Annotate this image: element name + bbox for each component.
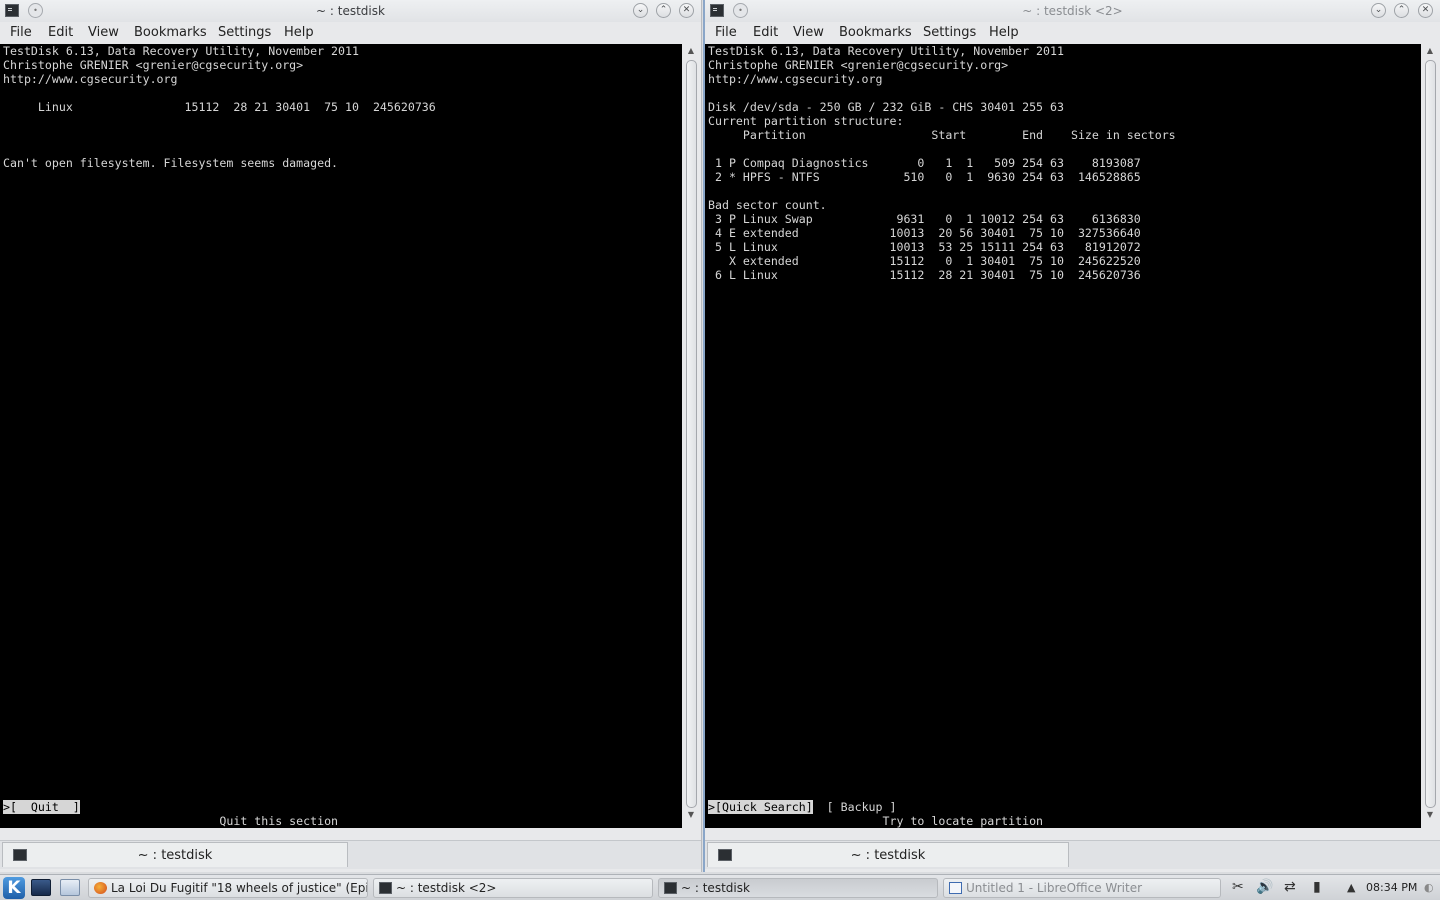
partition-row: X extended 15112 0 1 30401 75 10 2456225… — [708, 254, 1141, 268]
battery-icon[interactable]: ▮ — [1313, 879, 1321, 895]
tab-label: ~ : testdisk — [850, 848, 926, 863]
tab-label: ~ : testdisk — [137, 848, 213, 863]
terminal-line: TestDisk 6.13, Data Recovery Utility, No… — [708, 44, 1064, 58]
title-bar[interactable]: • ~ : testdisk ⌄ ⌃ ✕ — [0, 0, 701, 22]
title-bar[interactable]: • ~ : testdisk <2> ⌄ ⌃ ✕ — [705, 0, 1440, 22]
menu-bar: File Edit View Bookmarks Settings Help — [705, 22, 1440, 44]
menu-view[interactable]: View — [793, 25, 824, 40]
close-button[interactable]: ✕ — [679, 3, 694, 18]
task-label: La Loi Du Fugitif "18 wheels of justice"… — [111, 881, 368, 895]
scroll-up-icon[interactable]: ▲ — [686, 46, 696, 56]
disk-info: Disk /dev/sda - 250 GB / 232 GiB - CHS 3… — [708, 100, 1064, 114]
terminal-window-left: • ~ : testdisk ⌄ ⌃ ✕ File Edit View Book… — [0, 0, 702, 872]
menu-help[interactable]: Help — [284, 25, 314, 40]
partition-row: Linux 15112 28 21 30401 75 10 245620736 — [3, 100, 436, 114]
file-manager-icon[interactable] — [60, 879, 80, 896]
partition-row: 4 E extended 10013 20 56 30401 75 10 327… — [708, 226, 1141, 240]
window-title: ~ : testdisk <2> — [1022, 4, 1123, 18]
terminal-tab[interactable]: ~ : testdisk — [707, 842, 1069, 867]
menu-file[interactable]: File — [10, 25, 32, 40]
menu-view[interactable]: View — [88, 25, 119, 40]
maximize-button[interactable]: ⌃ — [1394, 3, 1409, 18]
option-hint: Quit this section — [3, 814, 339, 828]
window-title: ~ : testdisk — [316, 4, 385, 18]
terminal-output[interactable]: TestDisk 6.13, Data Recovery Utility, No… — [705, 44, 1421, 828]
partition-row: 6 L Linux 15112 28 21 30401 75 10 245620… — [708, 268, 1141, 282]
minimize-button[interactable]: ⌄ — [633, 3, 648, 18]
terminal-line: Christophe GRENIER <grenier@cgsecurity.o… — [708, 58, 1009, 72]
backup-option[interactable]: [ Backup ] — [813, 800, 897, 814]
firefox-icon — [94, 882, 107, 894]
terminal-tab[interactable]: ~ : testdisk — [2, 842, 348, 867]
menu-bar: File Edit View Bookmarks Settings Help — [0, 22, 701, 44]
task-testdisk-2[interactable]: ~ : testdisk <2> — [373, 878, 653, 898]
terminal-line: TestDisk 6.13, Data Recovery Utility, No… — [3, 44, 359, 58]
partition-row: 3 P Linux Swap 9631 0 1 10012 254 63 613… — [708, 212, 1141, 226]
tab-bar: ~ : testdisk — [705, 840, 1440, 869]
task-libreoffice-writer[interactable]: Untitled 1 - LibreOffice Writer — [943, 878, 1221, 898]
menu-bookmarks[interactable]: Bookmarks — [839, 25, 912, 40]
tab-bar: ~ : testdisk — [0, 840, 701, 869]
menu-settings[interactable]: Settings — [218, 25, 271, 40]
task-testdisk[interactable]: ~ : testdisk — [658, 878, 938, 898]
application-launcher-icon[interactable]: K — [3, 877, 25, 899]
terminal-icon — [379, 882, 392, 894]
show-desktop-icon[interactable] — [31, 879, 51, 896]
task-label: ~ : testdisk — [681, 881, 750, 895]
maximize-button[interactable]: ⌃ — [656, 3, 671, 18]
bad-sector-message: Bad sector count. — [708, 198, 827, 212]
menu-file[interactable]: File — [715, 25, 737, 40]
menu-edit[interactable]: Edit — [48, 25, 73, 40]
partition-row: 1 P Compaq Diagnostics 0 1 1 509 254 63 … — [708, 156, 1141, 170]
error-message: Can't open filesystem. Filesystem seems … — [3, 156, 339, 170]
partition-table-header: Partition Start End Size in sectors — [708, 128, 1176, 142]
scroll-down-icon[interactable]: ▼ — [686, 810, 696, 820]
scrollbar[interactable]: ▲ ▼ — [684, 44, 698, 834]
network-icon[interactable]: ⇄ — [1284, 879, 1296, 895]
terminal-icon — [664, 882, 677, 894]
terminal-output[interactable]: TestDisk 6.13, Data Recovery Utility, No… — [0, 44, 682, 828]
volume-icon[interactable]: 🔊 — [1256, 879, 1273, 895]
task-label: Untitled 1 - LibreOffice Writer — [966, 881, 1143, 895]
show-hidden-icon[interactable]: ▲ — [1347, 881, 1355, 894]
partition-row: 2 * HPFS - NTFS 510 0 1 9630 254 63 1465… — [708, 170, 1141, 184]
terminal-line: http://www.cgsecurity.org — [708, 72, 883, 86]
terminal-window-right: • ~ : testdisk <2> ⌄ ⌃ ✕ File Edit View … — [703, 0, 1440, 872]
option-hint: Try to locate partition — [708, 814, 1044, 828]
taskbar: K La Loi Du Fugitif "18 wheels of justic… — [0, 874, 1440, 900]
scrollbar-thumb[interactable] — [1425, 60, 1436, 808]
quick-search-option[interactable]: >[Quick Search] — [708, 800, 813, 814]
menu-help[interactable]: Help — [989, 25, 1019, 40]
close-button[interactable]: ✕ — [1418, 3, 1433, 18]
terminal-line: Christophe GRENIER <grenier@cgsecurity.o… — [3, 58, 304, 72]
scroll-up-icon[interactable]: ▲ — [1425, 46, 1435, 56]
panel-toolbox-icon[interactable]: ◐ — [1424, 881, 1434, 894]
menu-edit[interactable]: Edit — [753, 25, 778, 40]
menu-bookmarks[interactable]: Bookmarks — [134, 25, 207, 40]
quit-option[interactable]: >[ Quit ] — [3, 800, 80, 814]
menu-settings[interactable]: Settings — [923, 25, 976, 40]
terminal-line: http://www.cgsecurity.org — [3, 72, 178, 86]
scrollbar[interactable]: ▲ ▼ — [1423, 44, 1437, 834]
partition-row: 5 L Linux 10013 53 25 15111 254 63 81912… — [708, 240, 1141, 254]
scroll-down-icon[interactable]: ▼ — [1425, 810, 1435, 820]
scissors-icon[interactable]: ✂ — [1232, 879, 1244, 895]
minimize-button[interactable]: ⌄ — [1371, 3, 1386, 18]
task-label: ~ : testdisk <2> — [396, 881, 497, 895]
scrollbar-thumb[interactable] — [686, 60, 697, 808]
writer-icon — [949, 882, 962, 894]
section-heading: Current partition structure: — [708, 114, 904, 128]
clock[interactable]: 08:34 PM — [1366, 881, 1417, 894]
task-firefox[interactable]: La Loi Du Fugitif "18 wheels of justice"… — [88, 878, 368, 898]
